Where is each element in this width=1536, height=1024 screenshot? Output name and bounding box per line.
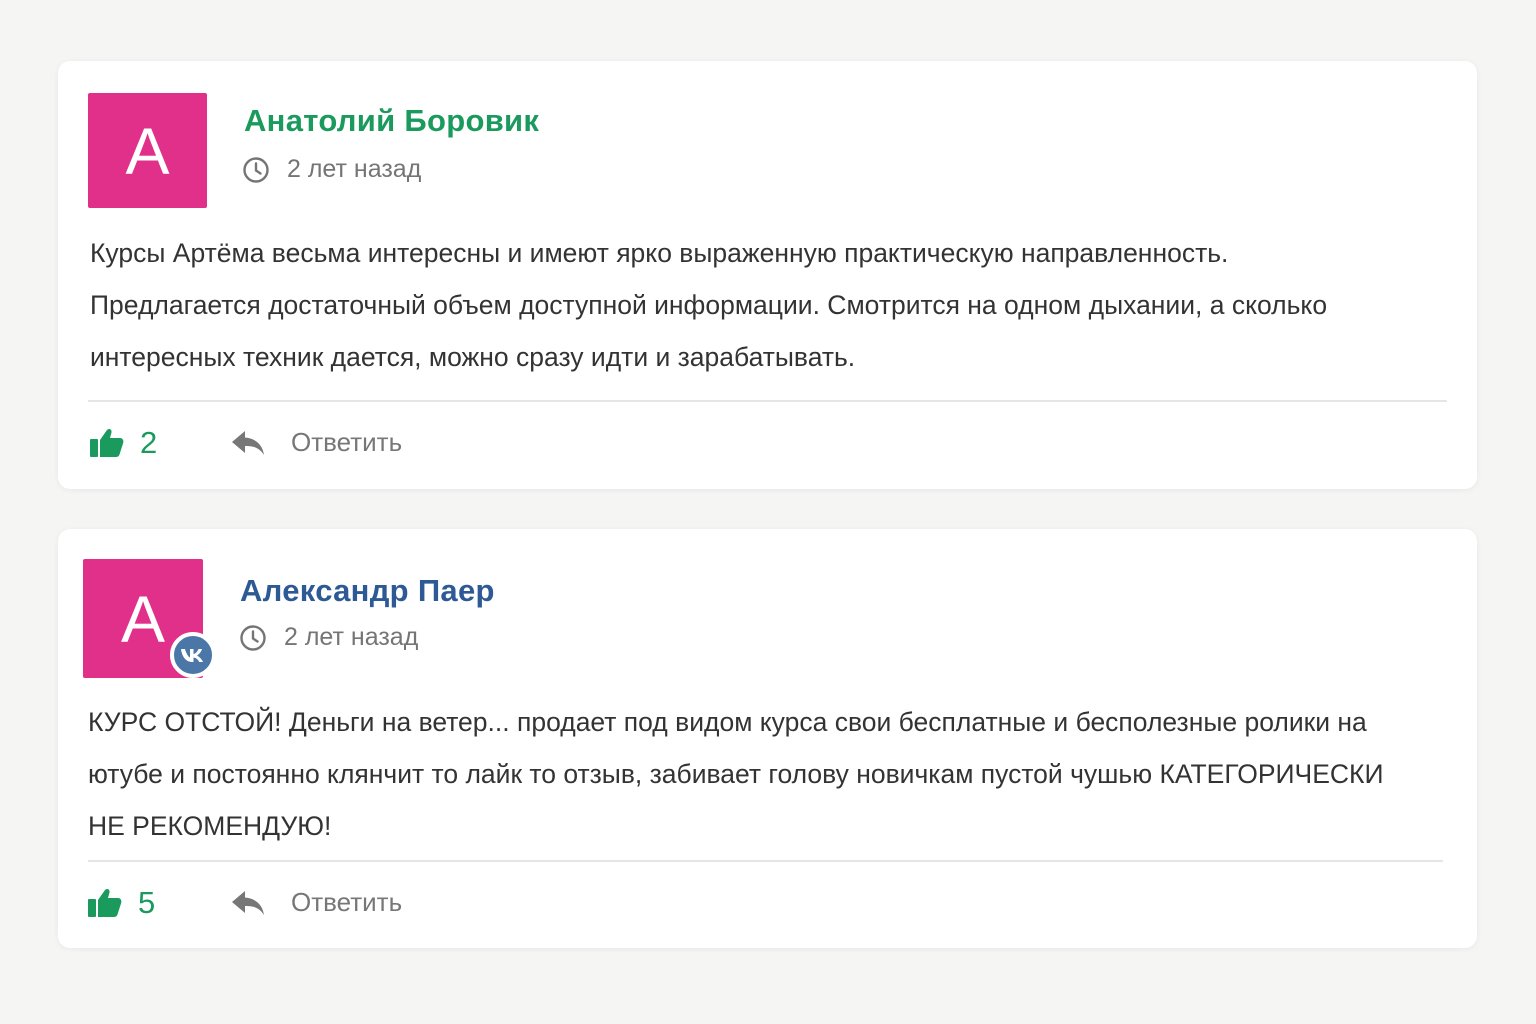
reply-button[interactable]: Ответить — [231, 427, 402, 458]
comment-card: A Анатолий Боровик 2 лет назад Курсы Арт… — [58, 61, 1477, 489]
clock-icon — [240, 624, 266, 651]
like-button[interactable]: 2 — [90, 425, 157, 461]
author-name[interactable]: Александр Паер — [240, 573, 495, 609]
thumbs-up-icon — [90, 428, 124, 457]
comment-text: КУРС ОТСТОЙ! Деньги на ветер... продает … — [88, 707, 1384, 841]
comment-text: Курсы Артёма весьма интересны и имеют яр… — [90, 238, 1328, 372]
comment-time: 2 лет назад — [239, 623, 418, 652]
reply-icon — [232, 890, 264, 915]
vk-badge — [170, 632, 216, 678]
reply-label: Ответить — [291, 887, 403, 917]
thumbs-up-icon — [88, 888, 122, 917]
comment-time: 2 лет назад — [242, 155, 421, 184]
like-button[interactable]: 5 — [88, 885, 155, 921]
author-name[interactable]: Анатолий Боровик — [244, 103, 539, 139]
reply-button[interactable]: Ответить — [231, 887, 402, 918]
divider — [88, 860, 1443, 862]
avatar-letter: A — [125, 113, 170, 188]
time-text: 2 лет назад — [287, 155, 422, 183]
clock-icon — [243, 156, 269, 183]
avatar[interactable]: A — [88, 93, 207, 208]
avatar-letter: A — [120, 581, 166, 656]
comment-card: A Александр Паер 2 лет назад КУРС ОТСТОЙ… — [58, 529, 1477, 948]
divider — [88, 400, 1447, 402]
time-text: 2 лет назад — [284, 623, 419, 651]
like-count: 2 — [140, 425, 158, 460]
reply-icon — [232, 430, 264, 455]
vk-icon — [181, 649, 203, 662]
like-count: 5 — [138, 885, 156, 920]
reply-label: Ответить — [291, 427, 403, 457]
